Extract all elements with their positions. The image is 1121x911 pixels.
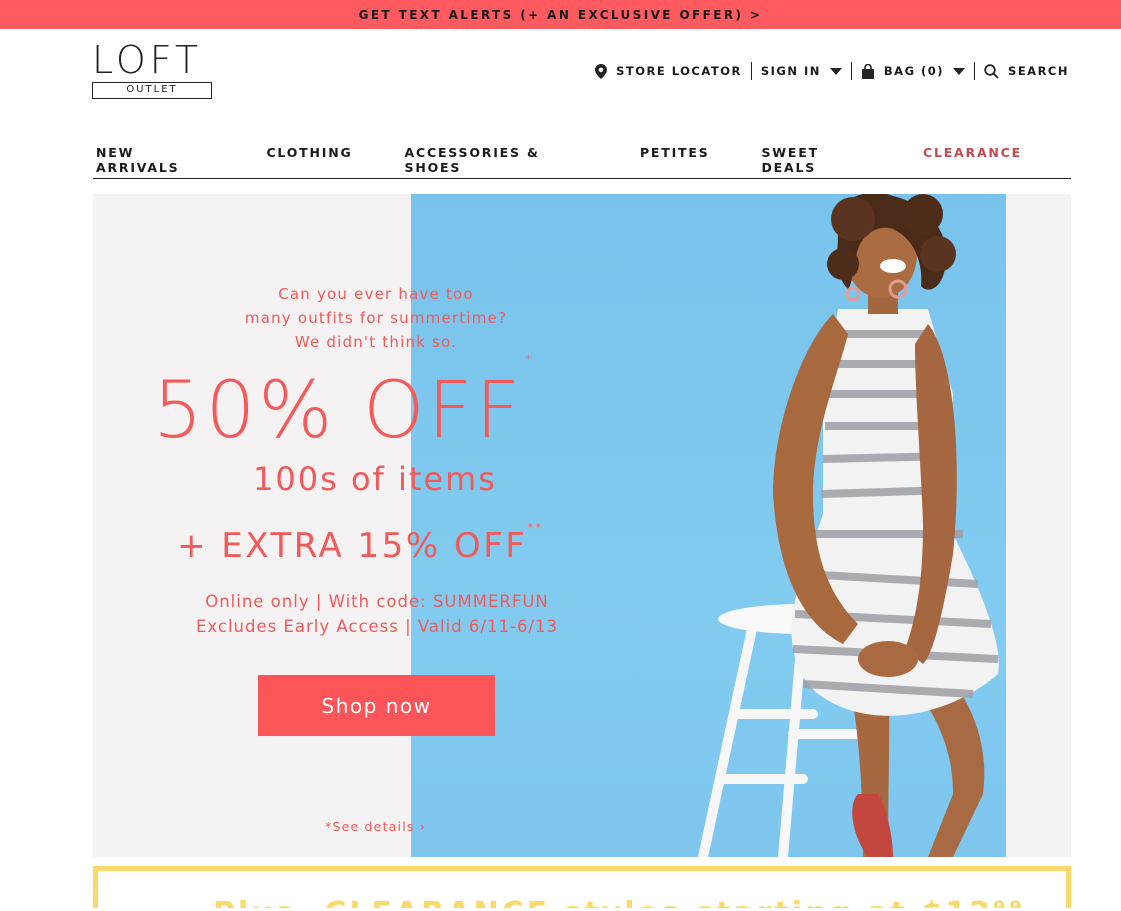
utility-nav: STORE LOCATOR SIGN IN BAG (0) SEARCH [586, 62, 1069, 80]
nav-petites[interactable]: PETITES [640, 135, 710, 160]
nav-accessories-shoes[interactable]: ACCESSORIES & SHOES [405, 135, 588, 175]
extra-offer-text: + EXTRA 15% OFF [177, 526, 528, 566]
chevron-down-icon [953, 67, 966, 75]
clearance-promo-banner[interactable]: Plus, CLEARANCE styles starting at $12⁹⁹… [93, 866, 1071, 911]
hero-terms: Online only | With code: SUMMERFUN Exclu… [175, 589, 579, 639]
hero-banner[interactable]: Can you ever have too many outfits for s… [93, 194, 1071, 857]
text-alerts-link[interactable]: GET TEXT ALERTS (+ AN EXCLUSIVE OFFER) > [359, 8, 763, 22]
bag-dropdown[interactable]: BAG (0) [852, 62, 974, 80]
hero-headline: 50% OFF* [153, 352, 653, 451]
store-locator-link[interactable]: STORE LOCATOR [586, 62, 751, 80]
headline-footnote-mark: * [525, 352, 536, 368]
location-pin-icon [595, 63, 608, 79]
search-icon [984, 63, 999, 79]
main-nav: NEW ARRIVALS CLOTHING ACCESSORIES & SHOE… [93, 135, 1071, 179]
hero-question-line-3: We didn't think so. [294, 333, 458, 351]
hero-extra-offer: + EXTRA 15% OFF** [177, 521, 597, 566]
logo-sub: OUTLET [92, 82, 212, 99]
hero-question-line-1: Can you ever have too [278, 285, 474, 303]
terms-line-1: Online only | With code: SUMMERFUN [205, 592, 549, 611]
terms-line-2: Excludes Early Access | Valid 6/11-6/13 [196, 617, 558, 636]
search-button[interactable]: SEARCH [975, 62, 1069, 80]
nav-new-arrivals[interactable]: NEW ARRIVALS [96, 135, 214, 175]
extra-footnote-mark: ** [527, 520, 544, 534]
hero-question: Can you ever have too many outfits for s… [225, 282, 527, 354]
chevron-down-icon [829, 67, 842, 75]
shopping-bag-icon [861, 63, 874, 79]
hero-headline-text: 50% OFF [153, 366, 524, 456]
hero-question-line-2: many outfits for summertime? [244, 309, 508, 327]
sign-in-label: SIGN IN [760, 64, 821, 78]
sign-in-dropdown[interactable]: SIGN IN [752, 62, 851, 80]
nav-clearance[interactable]: CLEARANCE [923, 135, 1022, 160]
store-locator-label: STORE LOCATOR [616, 64, 742, 78]
search-label: SEARCH [1008, 64, 1069, 78]
hero-copy: Can you ever have too many outfits for s… [93, 194, 693, 857]
bag-label: BAG (0) [883, 64, 945, 78]
nav-clothing[interactable]: CLOTHING [266, 135, 352, 160]
see-details-link[interactable]: *See details › [325, 819, 426, 834]
shop-now-button[interactable]: Shop now [258, 675, 495, 736]
loft-outlet-logo[interactable]: LOFT OUTLET [92, 40, 214, 99]
logo-word: LOFT [92, 38, 203, 82]
nav-sweet-deals[interactable]: SWEET DEALS [762, 135, 871, 175]
text-alerts-banner[interactable]: GET TEXT ALERTS (+ AN EXCLUSIVE OFFER) > [0, 0, 1121, 29]
model-photo [698, 194, 999, 857]
hero-subhead: 100s of items [253, 460, 497, 498]
